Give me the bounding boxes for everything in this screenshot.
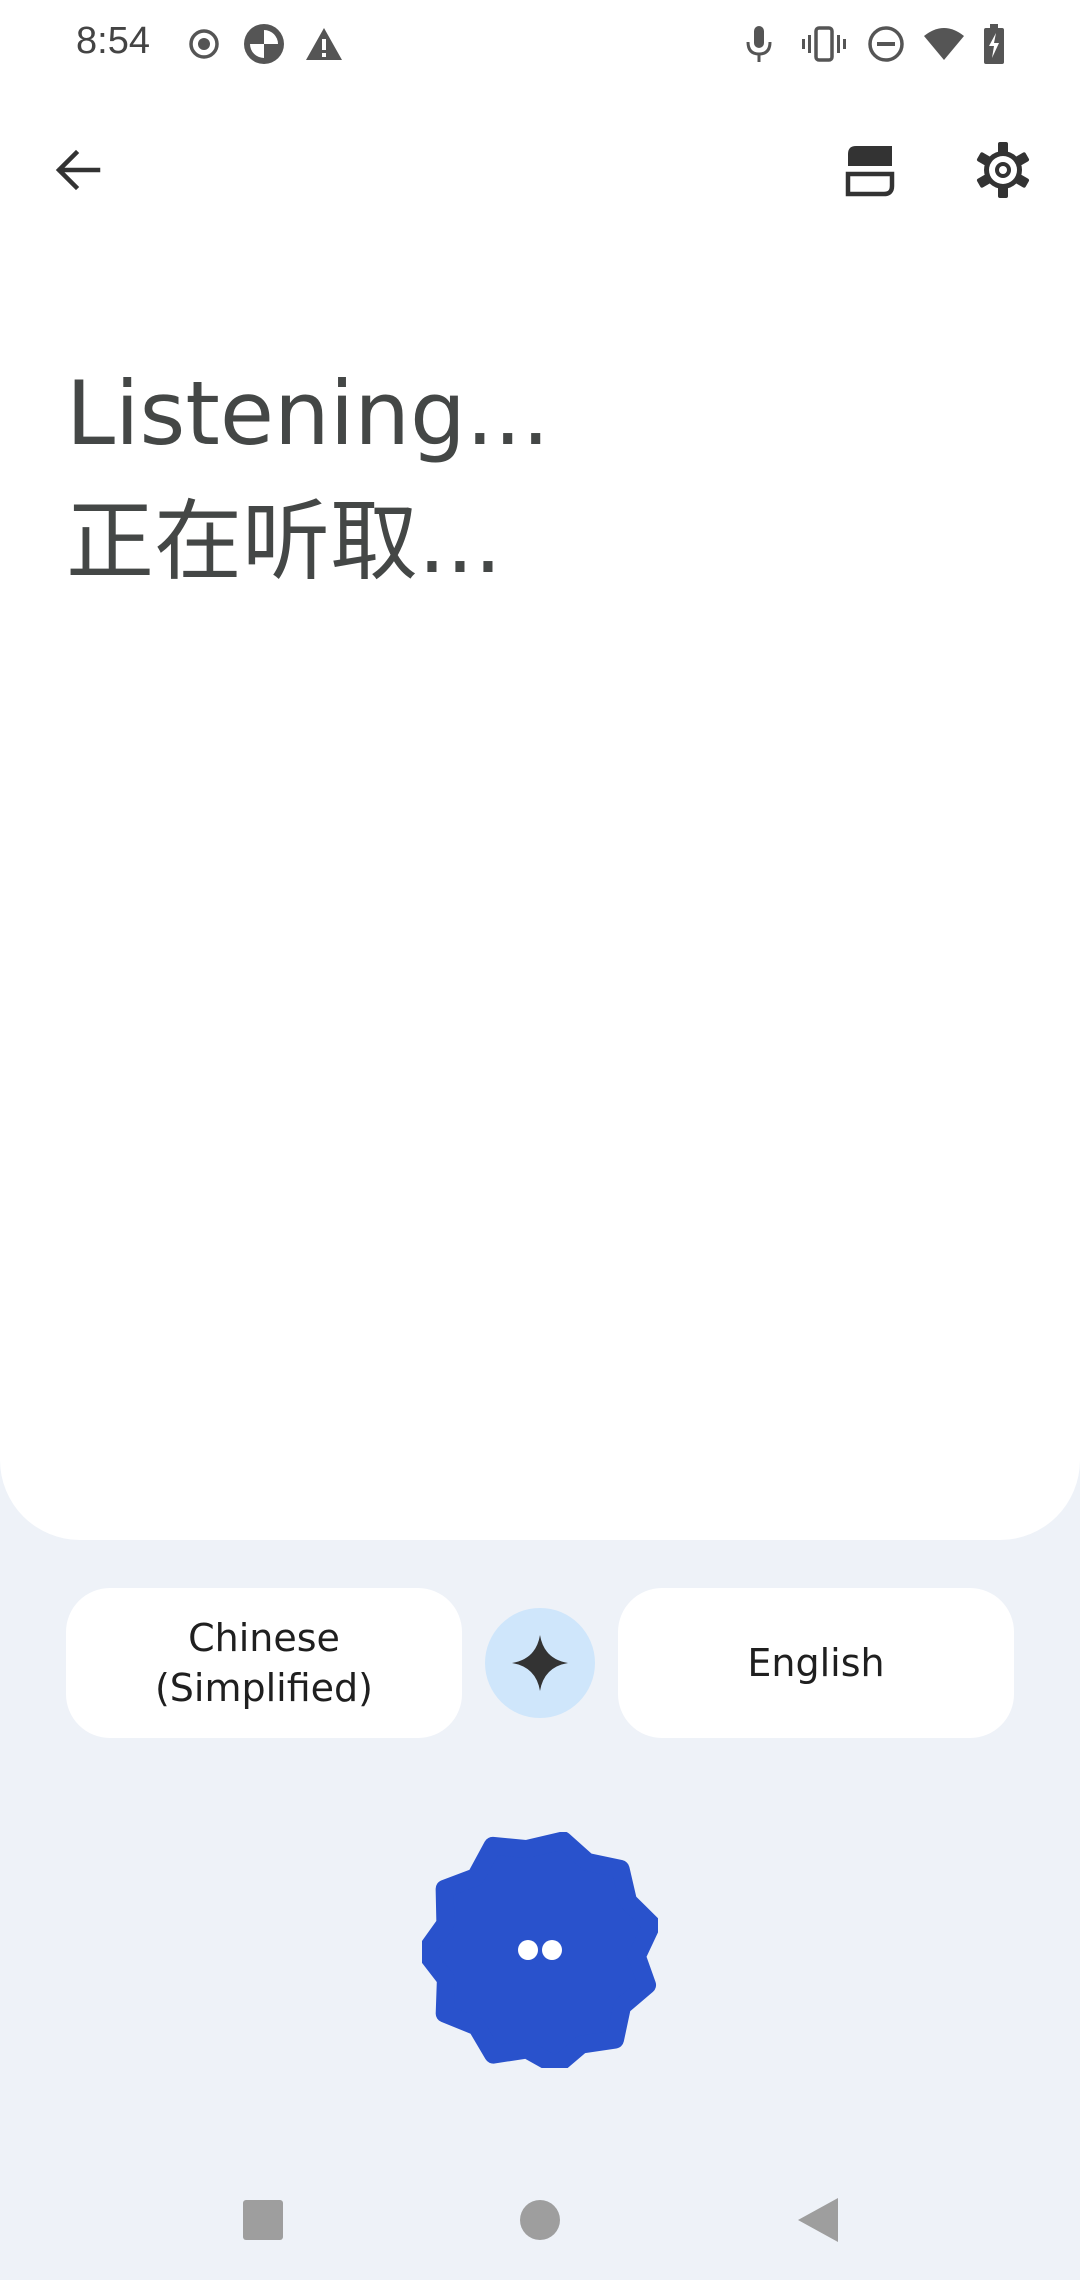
back-button[interactable] (30, 122, 126, 218)
back-triangle-icon (798, 2198, 838, 2242)
gear-icon (976, 142, 1030, 198)
home-button[interactable] (500, 2180, 580, 2260)
vibrate-icon (800, 20, 848, 68)
transcript-card (0, 0, 1080, 1540)
microphone-icon (735, 20, 783, 68)
split-view-button[interactable] (822, 122, 918, 218)
status-time: 8:54 (76, 20, 150, 62)
do-not-disturb-icon (862, 20, 910, 68)
battery-charging-icon (970, 20, 1018, 68)
recents-button[interactable] (223, 2180, 303, 2260)
status-bar: 8:54 (0, 0, 1080, 88)
source-language-button[interactable]: Chinese (Simplified) (66, 1588, 462, 1738)
target-listening-text: 正在听取... (66, 490, 502, 593)
arrow-left-icon (55, 149, 101, 191)
transcript-area: Listening... 正在听取... (66, 350, 1026, 606)
microphone-button[interactable] (416, 1831, 661, 2075)
swap-languages-button[interactable] (485, 1608, 595, 1718)
record-icon (180, 20, 228, 68)
target-language-button[interactable]: English (618, 1588, 1014, 1738)
settings-button[interactable] (955, 122, 1051, 218)
app-notification-icon (240, 20, 288, 68)
system-back-button[interactable] (778, 2180, 858, 2260)
listening-dots-icon (416, 1831, 661, 2075)
source-listening-text: Listening... (66, 362, 550, 465)
warning-icon (300, 20, 348, 68)
split-view-icon (845, 146, 895, 197)
sparkle-icon (512, 1635, 568, 1691)
wifi-icon (920, 20, 968, 68)
recents-square-icon (243, 2200, 283, 2240)
home-circle-icon (520, 2200, 560, 2240)
